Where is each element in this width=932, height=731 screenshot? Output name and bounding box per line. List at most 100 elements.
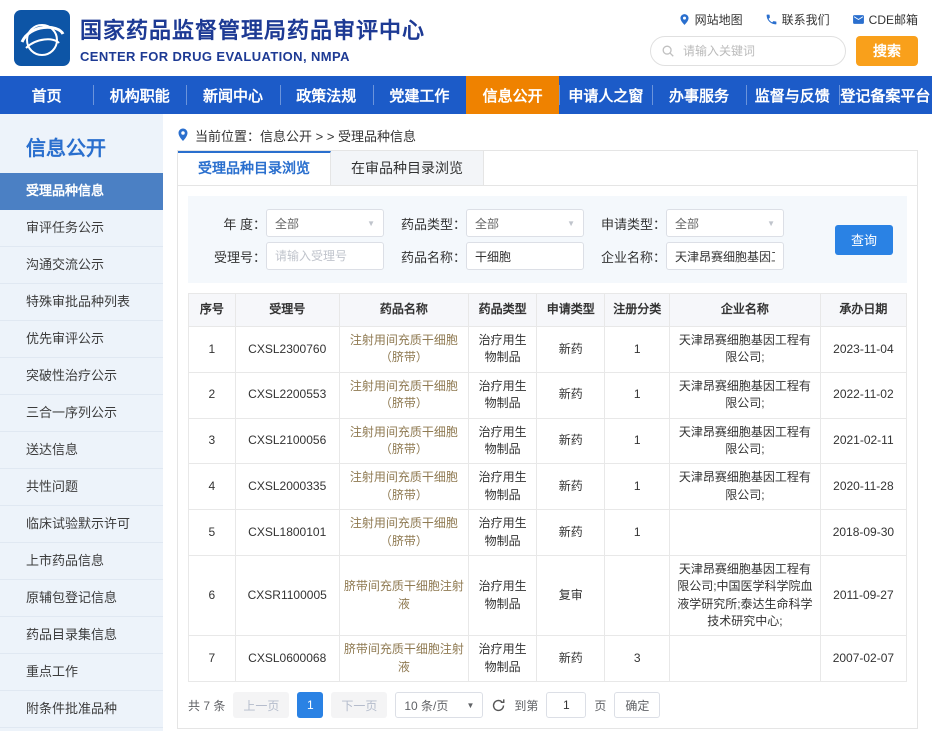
cell-drug-type: 治疗用生物制品 [469,555,537,636]
prev-page-button[interactable]: 上一页 [233,692,289,718]
sidebar-item[interactable]: 沟通交流公示 [0,247,163,284]
search-row: 搜索 [650,36,918,66]
cell-accept-no: CXSL1800101 [235,510,339,556]
search-input[interactable] [681,43,835,59]
cell-drug-name: 注射用间充质干细胞（脐带） [339,418,468,464]
sidebar-list: 受理品种信息审评任务公示沟通交流公示特殊审批品种列表优先审评公示突破性治疗公示三… [0,173,163,728]
results-table: 序号受理号药品名称药品类型申请类型注册分类企业名称承办日期 1CXSL23007… [188,293,907,682]
column-header: 注册分类 [605,294,670,327]
sidebar-item[interactable]: 上市药品信息 [0,543,163,580]
next-page-button[interactable]: 下一页 [331,692,387,718]
sidebar-item[interactable]: 受理品种信息 [0,173,163,210]
nav-item[interactable]: 申请人之窗 [559,76,652,114]
year-filter: 年 度： 全部 ▼ [200,209,384,237]
cell-company: 天津昂赛细胞基因工程有限公司; [670,327,821,373]
page-number-1[interactable]: 1 [297,692,323,718]
mail-icon [852,13,865,26]
goto-page-input[interactable] [546,692,586,718]
apply-type-select[interactable]: 全部 ▼ [666,209,784,237]
column-header: 承办日期 [820,294,906,327]
content-card: 受理品种目录浏览在审品种目录浏览 年 度： 全部 ▼ 药品类型： [177,150,918,729]
cell-drug-type: 治疗用生物制品 [469,510,537,556]
site-map-link[interactable]: 网站地图 [678,11,743,28]
cell-drug-name: 注射用间充质干细胞（脐带） [339,510,468,556]
sidebar-item[interactable]: 特殊审批品种列表 [0,284,163,321]
drug-name-input[interactable] [466,242,584,270]
accept-no-input[interactable] [266,242,384,270]
table-row: 2CXSL2200553注射用间充质干细胞（脐带）治疗用生物制品新药1天津昂赛细… [189,372,907,418]
nav-item[interactable]: 机构职能 [93,76,186,114]
sidebar-item[interactable]: 送达信息 [0,432,163,469]
cell-reg-class: 1 [605,372,670,418]
nav-item[interactable]: 首页 [0,76,93,114]
column-header: 序号 [189,294,236,327]
cell-drug-name: 脐带间充质干细胞注射液 [339,636,468,682]
sidebar: 信息公开 受理品种信息审评任务公示沟通交流公示特殊审批品种列表优先审评公示突破性… [0,114,163,731]
sidebar-item[interactable]: 共性问题 [0,469,163,506]
nav-item[interactable]: 登记备案平台 [839,76,932,114]
chevron-down-icon: ▼ [466,701,474,710]
breadcrumb: 当前位置：信息公开 > > 受理品种信息 [177,122,918,148]
site-search-box[interactable] [650,36,846,66]
cell-accept-no: CXSL2300760 [235,327,339,373]
cell-company [670,510,821,556]
year-select[interactable]: 全部 ▼ [266,209,384,237]
nav-item[interactable]: 办事服务 [652,76,745,114]
nav-item[interactable]: 信息公开 [466,76,559,114]
header-link-label: 网站地图 [695,11,743,28]
goto-suffix: 页 [594,697,606,714]
confirm-button[interactable]: 确定 [614,692,660,718]
content: 信息公开 受理品种信息审评任务公示沟通交流公示特殊审批品种列表优先审评公示突破性… [0,114,932,731]
nav-item[interactable]: 监督与反馈 [746,76,839,114]
sidebar-item[interactable]: 三合一序列公示 [0,395,163,432]
location-pin-icon [177,128,189,142]
apply-type-filter: 申请类型： 全部 ▼ [600,209,784,237]
cell-reg-class: 1 [605,327,670,373]
cell-apply-type: 复审 [537,555,605,636]
tab[interactable]: 受理品种目录浏览 [178,151,331,185]
tab[interactable]: 在审品种目录浏览 [331,151,484,185]
mailbox-link[interactable]: CDE邮箱 [852,11,918,28]
main-content: 当前位置：信息公开 > > 受理品种信息 受理品种目录浏览在审品种目录浏览 年 … [163,114,932,731]
nav-item[interactable]: 新闻中心 [186,76,279,114]
query-button[interactable]: 查询 [835,225,893,255]
filter-row-2: 受理号： 药品名称： 企业名称： [200,242,895,270]
drug-type-select[interactable]: 全部 ▼ [466,209,584,237]
company-filter: 企业名称： [600,242,784,270]
accept-no-label: 受理号： [200,247,266,266]
sidebar-item[interactable]: 突破性治疗公示 [0,358,163,395]
phone-icon [765,13,778,26]
cell-index: 6 [189,555,236,636]
sidebar-item[interactable]: 重点工作 [0,654,163,691]
sidebar-item[interactable]: 原辅包登记信息 [0,580,163,617]
chevron-down-icon: ▼ [367,219,375,228]
search-icon [661,44,675,58]
sidebar-item[interactable]: 临床试验默示许可 [0,506,163,543]
drug-type-value: 全部 [475,215,499,232]
nav-item[interactable]: 政策法规 [280,76,373,114]
sidebar-item[interactable]: 附条件批准品种 [0,691,163,728]
cde-logo [14,10,70,66]
cell-drug-type: 治疗用生物制品 [469,418,537,464]
cell-accept-no: CXSL0600068 [235,636,339,682]
sidebar-item[interactable]: 优先审评公示 [0,321,163,358]
search-button[interactable]: 搜索 [856,36,918,66]
contact-link[interactable]: 联系我们 [765,11,830,28]
header-link-label: CDE邮箱 [869,11,918,28]
sidebar-item[interactable]: 药品目录集信息 [0,617,163,654]
table-row: 3CXSL2100056注射用间充质干细胞（脐带）治疗用生物制品新药1天津昂赛细… [189,418,907,464]
cell-drug-type: 治疗用生物制品 [469,464,537,510]
page-size-select[interactable]: 10 条/页 ▼ [395,692,483,718]
sidebar-item[interactable]: 审评任务公示 [0,210,163,247]
nav-item[interactable]: 党建工作 [373,76,466,114]
column-header: 企业名称 [670,294,821,327]
cell-drug-name: 注射用间充质干细胞（脐带） [339,372,468,418]
company-input[interactable] [666,242,784,270]
cell-apply-type: 新药 [537,510,605,556]
refresh-icon[interactable] [491,698,506,713]
cell-reg-class: 1 [605,464,670,510]
drug-type-label: 药品类型： [400,214,466,233]
year-value: 全部 [275,215,299,232]
site-header: 国家药品监督管理局药品审评中心 CENTER FOR DRUG EVALUATI… [0,0,932,76]
column-header: 受理号 [235,294,339,327]
